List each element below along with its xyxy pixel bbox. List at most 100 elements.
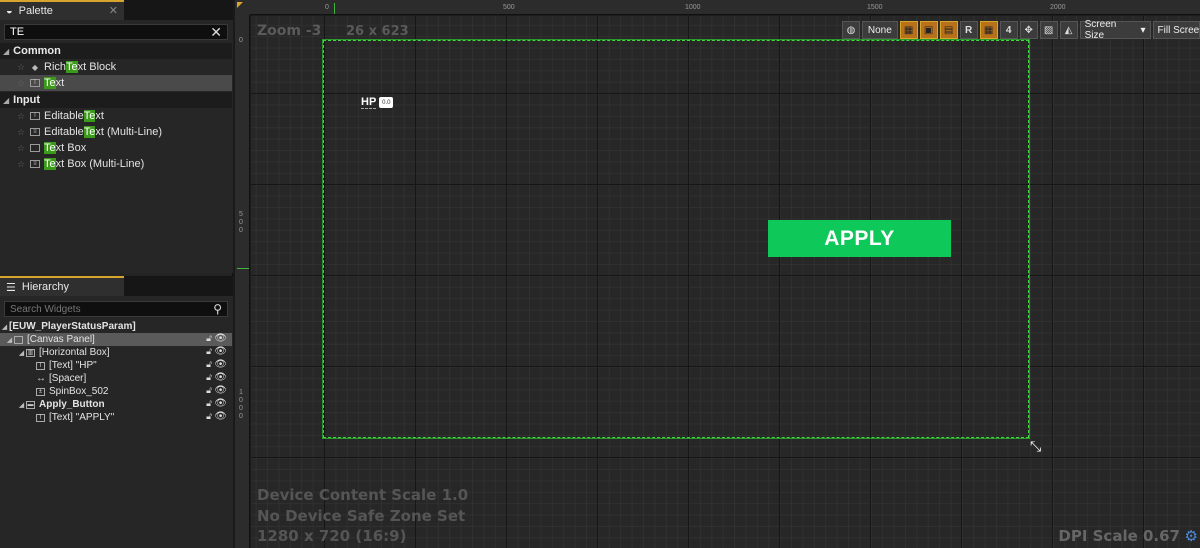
- hierarchy-tabbar: ☰ Hierarchy: [0, 276, 233, 296]
- expand-arrow-icon[interactable]: ◢: [17, 401, 26, 409]
- expand-arrow-icon[interactable]: ◢: [0, 323, 9, 331]
- hierarchy-row-horizontal-box[interactable]: ◢ ▥ [Horizontal Box] 🔓︎ 👁︎: [0, 346, 232, 359]
- palette-search-value: TE: [10, 26, 25, 38]
- palette-tabbar: ◒ Palette ✕: [0, 0, 233, 20]
- lock-icon[interactable]: 🔓︎: [206, 411, 212, 422]
- palette-item-text-box[interactable]: ☆ Te xt Box: [0, 140, 232, 156]
- lock-icon[interactable]: 🔓︎: [206, 398, 212, 409]
- palette-item-text[interactable]: ☆ T Te xt: [0, 75, 232, 91]
- lock-icon[interactable]: 🔓︎: [206, 372, 212, 383]
- item-post: xt (Multi-Line): [95, 126, 163, 138]
- collapse-arrow-icon: ◢: [3, 46, 10, 56]
- lock-icon[interactable]: 🔓︎: [206, 385, 212, 396]
- row-label: [Spacer]: [49, 373, 87, 384]
- hierarchy-list-icon: ☰: [6, 281, 16, 294]
- favorite-star-icon[interactable]: ☆: [17, 78, 29, 89]
- favorite-star-icon[interactable]: ☆: [17, 111, 29, 122]
- hierarchy-row-text-hp[interactable]: T [Text] "HP" 🔓︎ 👁︎: [0, 359, 232, 372]
- hierarchy-row-spinbox[interactable]: ± SpinBox_502 🔓︎ 👁︎: [0, 385, 232, 398]
- diamond-icon: ◆: [31, 62, 39, 72]
- dpi-scale: DPI Scale 0.67: [1058, 527, 1180, 545]
- hp-text-widget[interactable]: HP: [361, 96, 377, 109]
- fill-screen-dropdown[interactable]: Fill Screen: [1152, 21, 1200, 39]
- root-label: [EUW_PlayerStatusParam]: [9, 321, 136, 332]
- hierarchy-row-spacer[interactable]: ↔ [Spacer] 🔓︎ 👁︎: [0, 372, 232, 385]
- multiline-icon: ≡: [30, 128, 40, 136]
- ruler-label: 2000: [1050, 4, 1066, 11]
- none-dropdown[interactable]: None: [862, 21, 898, 39]
- selection-size: 26 x 623: [346, 24, 409, 39]
- palette-item-text-box-multiline[interactable]: ☆ ≡ Te xt Box (Multi-Line): [0, 156, 232, 172]
- lock-icon[interactable]: 🔓︎: [206, 346, 212, 357]
- image-icon[interactable]: ▨: [1039, 21, 1058, 39]
- close-icon[interactable]: ✕: [109, 4, 118, 17]
- favorite-star-icon[interactable]: ☆: [17, 127, 29, 138]
- zoom-level: Zoom -3: [257, 23, 322, 39]
- ruler-label: 500: [503, 4, 515, 11]
- ruler-cursor-marker: [334, 3, 335, 14]
- palette-icon: ◒: [6, 5, 13, 17]
- item-post: xt Box (Multi-Line): [55, 158, 145, 170]
- resize-handle-icon[interactable]: ⤡: [1030, 438, 1041, 455]
- ruler-label: 0: [239, 37, 243, 44]
- ruler-cursor-marker: [237, 268, 249, 269]
- lock-icon[interactable]: 🔓︎: [206, 333, 212, 344]
- palette-item-rich-text-block[interactable]: ☆ ◆ Rich Te xt Block: [0, 59, 232, 75]
- expand-arrow-icon[interactable]: ◢: [17, 349, 26, 357]
- palette-item-editable-text[interactable]: ☆ I Editable Te xt: [0, 108, 232, 124]
- apply-button[interactable]: APPLY: [768, 220, 951, 257]
- editable-text-icon: I: [30, 112, 40, 120]
- ruler-corner-marker: [237, 2, 243, 8]
- item-highlight: Te: [83, 110, 96, 122]
- device-content-scale: Device Content Scale 1.0: [257, 486, 469, 504]
- category-input[interactable]: ◢ Input: [0, 92, 232, 108]
- hierarchy-tab[interactable]: ☰ Hierarchy: [0, 276, 124, 296]
- eye-icon[interactable]: 👁︎: [214, 385, 227, 396]
- hierarchy-row-apply-button[interactable]: ◢ ▬ Apply_Button 🔓︎ 👁︎: [0, 398, 232, 411]
- palette-search-input[interactable]: TE ✕: [4, 24, 228, 40]
- row-label: [Horizontal Box]: [39, 347, 110, 358]
- row-label: Apply_Button: [39, 399, 105, 410]
- hierarchy-search-input[interactable]: Search Widgets ⚲: [4, 301, 228, 317]
- category-common[interactable]: ◢ Common: [0, 43, 232, 59]
- favorite-star-icon[interactable]: ☆: [17, 159, 29, 170]
- expand-arrow-icon[interactable]: ◢: [5, 336, 14, 344]
- hierarchy-root[interactable]: ◢ [EUW_PlayerStatusParam]: [0, 320, 232, 333]
- respect-locks-button[interactable]: R: [959, 21, 978, 39]
- clear-search-icon[interactable]: ✕: [210, 24, 222, 41]
- hierarchy-row-text-apply[interactable]: T [Text] "APPLY" 🔓︎ 👁︎: [0, 411, 232, 424]
- eye-icon[interactable]: 👁︎: [214, 411, 227, 422]
- ruler-label: 0: [325, 4, 329, 11]
- horizontal-box-widget[interactable]: HP 0.0: [361, 96, 394, 109]
- palette-item-editable-text-multiline[interactable]: ☆ ≡ Editable Te xt (Multi-Line): [0, 124, 232, 140]
- designer-viewport[interactable]: 0 500 1000 1500 2000 0 500 1000 Zoom -3 …: [235, 0, 1200, 548]
- grid-snap-icon[interactable]: ▦: [979, 21, 998, 39]
- move-icon[interactable]: ✥: [1019, 21, 1038, 39]
- item-highlight: Te: [83, 126, 96, 138]
- eye-icon[interactable]: 👁︎: [214, 372, 227, 383]
- eye-icon[interactable]: 👁︎: [214, 398, 227, 409]
- grid-size-label: 4: [1005, 24, 1012, 36]
- resolution-info: 1280 x 720 (16:9): [257, 527, 407, 545]
- lock-icon[interactable]: 🔓︎: [206, 359, 212, 370]
- mirror-icon[interactable]: ◭: [1059, 21, 1078, 39]
- layout-icon[interactable]: ▤: [939, 21, 958, 39]
- search-placeholder: Search Widgets: [10, 303, 81, 315]
- transform-icon[interactable]: ▦: [899, 21, 918, 39]
- eye-icon[interactable]: 👁︎: [214, 359, 227, 370]
- globe-icon[interactable]: ◍: [842, 21, 860, 39]
- hierarchy-row-canvas-panel[interactable]: ◢ [Canvas Panel] 🔓︎ 👁︎: [0, 333, 232, 346]
- spinbox-widget[interactable]: 0.0: [379, 97, 394, 108]
- eye-icon[interactable]: 👁︎: [214, 333, 227, 344]
- palette-tab[interactable]: ◒ Palette ✕: [0, 0, 124, 20]
- spinbox-icon: ±: [36, 387, 45, 396]
- favorite-star-icon[interactable]: ☆: [17, 62, 29, 73]
- gear-icon[interactable]: ⚙: [1185, 527, 1198, 545]
- eye-icon[interactable]: 👁︎: [214, 346, 227, 357]
- grid-size-button[interactable]: 4: [999, 21, 1018, 39]
- favorite-star-icon[interactable]: ☆: [17, 143, 29, 154]
- apply-label: APPLY: [824, 226, 895, 250]
- lock-icon[interactable]: ▣: [919, 21, 938, 39]
- screen-size-dropdown[interactable]: Screen Size ▾: [1079, 19, 1151, 41]
- item-post: xt: [95, 110, 104, 122]
